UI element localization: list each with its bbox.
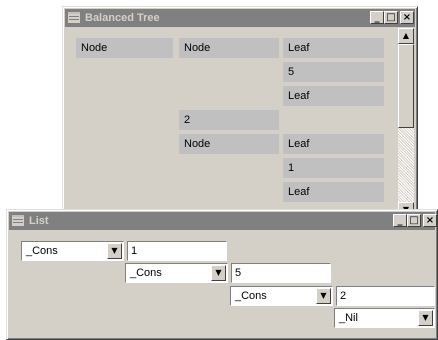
chevron-down-icon[interactable]: ▼ <box>418 310 433 326</box>
tree-cell-leaf: Leaf <box>283 134 384 154</box>
minimize-button[interactable]: _ <box>370 11 384 24</box>
tree-cell-node: Node <box>179 134 279 154</box>
tree-cell-leaf: Leaf <box>283 86 384 106</box>
list-window-titlebar[interactable]: List _ □ × <box>9 212 437 230</box>
close-button[interactable]: × <box>400 11 414 24</box>
tree-window-title: Balanced Tree <box>85 12 160 24</box>
constructor-select-value: _Cons <box>26 245 58 257</box>
constructor-select-value: _Nil <box>339 312 358 324</box>
constructor-select[interactable]: _Cons ▼ <box>125 263 228 283</box>
value-field[interactable]: 2 <box>336 286 435 306</box>
constructor-select[interactable]: _Nil ▼ <box>334 308 435 328</box>
constructor-select-value: _Cons <box>130 267 162 279</box>
tree-window-titlebar[interactable]: Balanced Tree _ □ × <box>65 9 415 27</box>
tree-cell-leaf: Leaf <box>283 182 384 202</box>
minimize-button[interactable]: _ <box>393 214 407 227</box>
maximize-button[interactable]: □ <box>407 214 421 227</box>
vertical-scrollbar[interactable]: ▲ ▼ <box>398 28 414 218</box>
scroll-up-icon[interactable]: ▲ <box>398 28 414 44</box>
value-field[interactable]: 1 <box>127 241 227 261</box>
window-menu-icon[interactable] <box>68 12 80 23</box>
chevron-down-icon[interactable]: ▼ <box>316 288 331 304</box>
constructor-select[interactable]: _Cons ▼ <box>21 241 124 261</box>
constructor-select[interactable]: _Cons ▼ <box>230 286 333 306</box>
maximize-button[interactable]: □ <box>384 11 398 24</box>
tree-cell-leaf: Leaf <box>283 38 384 58</box>
tree-cell-node: Node <box>179 38 279 58</box>
list-window: List _ □ × _Cons ▼ 1 _Cons ▼ 5 _Cons ▼ 2… <box>6 209 438 340</box>
constructor-select-value: _Cons <box>235 290 267 302</box>
chevron-down-icon[interactable]: ▼ <box>107 243 122 259</box>
tree-cell-value: 2 <box>179 110 279 130</box>
balanced-tree-window: Balanced Tree _ □ × Node Node Leaf 5 Lea… <box>62 6 418 221</box>
window-menu-icon[interactable] <box>12 215 24 226</box>
list-window-title: List <box>29 215 49 227</box>
tree-cell-value: 1 <box>283 158 384 178</box>
scrollbar-thumb[interactable] <box>398 44 414 128</box>
tree-cell-value: 5 <box>283 62 384 82</box>
value-field[interactable]: 5 <box>231 263 331 283</box>
chevron-down-icon[interactable]: ▼ <box>211 265 226 281</box>
tree-cell-node: Node <box>76 38 173 58</box>
close-button[interactable]: × <box>423 214 437 227</box>
